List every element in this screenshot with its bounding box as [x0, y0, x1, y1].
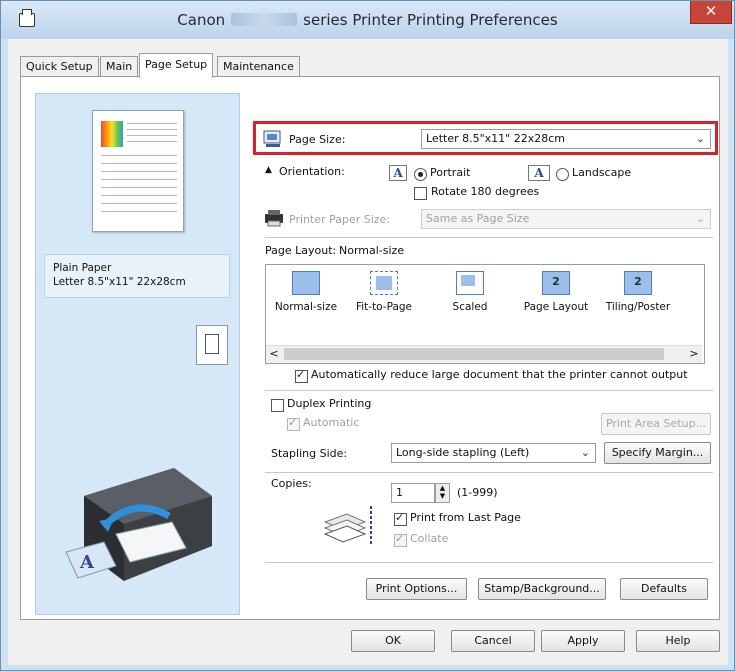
divider	[265, 237, 713, 238]
media-info: Plain Paper Letter 8.5"x11" 22x28cm	[44, 254, 230, 298]
divider	[265, 562, 713, 563]
tiling-poster-glyph: 2	[634, 275, 642, 288]
copies-spinner[interactable]: ▲ ▼	[435, 483, 450, 503]
copies-input[interactable]: 1	[391, 483, 435, 503]
auto-reduce-label: Automatically reduce large document that…	[311, 368, 688, 381]
portrait-radio[interactable]	[414, 168, 427, 181]
page-size-label: Page Size:	[289, 133, 346, 146]
layout-option-fit-to-page[interactable]: Fit-to-Page	[350, 271, 418, 313]
stapling-side-label: Stapling Side:	[271, 447, 348, 460]
orientation-bullet-icon: ▲	[265, 165, 272, 175]
layout-scrollbar[interactable]: < >	[266, 345, 702, 363]
scroll-left-icon[interactable]: <	[266, 347, 282, 360]
close-button[interactable]: ✕	[690, 1, 732, 24]
scroll-right-icon[interactable]: >	[686, 347, 702, 360]
tab-page-setup[interactable]: Page Setup	[139, 53, 214, 78]
orientation-label: Orientation:	[279, 165, 345, 178]
duplex-printing-label: Duplex Printing	[287, 397, 372, 410]
printer-icon	[265, 210, 283, 227]
defaults-button[interactable]: Defaults	[620, 578, 708, 600]
title-bar: Canon series Printer Printing Preferences…	[1, 1, 734, 39]
printer-illustration-icon: A	[65, 468, 212, 581]
orientation-preview-icon	[196, 325, 228, 365]
layout-option-label: Tiling/Poster	[605, 301, 671, 313]
landscape-icon: A	[528, 165, 550, 181]
layout-option-label: Normal-size	[274, 301, 338, 313]
scroll-thumb[interactable]	[284, 348, 664, 360]
chevron-down-icon: ⌄	[580, 446, 590, 459]
page-layout-selector: Normal-size Fit-to-Page Scaled 2 Page La…	[265, 264, 705, 364]
page-size-value: Letter 8.5"x11" 22x28cm	[426, 132, 565, 145]
tab-quick-setup[interactable]: Quick Setup	[20, 56, 99, 77]
copies-range: (1-999)	[457, 486, 498, 499]
duplex-printing-checkbox[interactable]	[271, 399, 284, 412]
preview-pane: Plain Paper Letter 8.5"x11" 22x28cm A	[35, 93, 240, 615]
print-from-last-page-checkbox[interactable]	[394, 511, 407, 526]
stapling-side-dropdown[interactable]: Long-side stapling (Left) ⌄	[391, 443, 596, 463]
normal-size-icon	[292, 271, 320, 295]
help-button[interactable]: Help	[636, 630, 720, 652]
rotate-180-checkbox[interactable]	[414, 187, 427, 200]
landscape-label: Landscape	[572, 166, 632, 179]
apply-button[interactable]: Apply	[541, 630, 625, 652]
window-title: Canon series Printer Printing Preferences	[1, 11, 734, 29]
cancel-button[interactable]: Cancel	[451, 630, 535, 652]
layout-option-normal-size[interactable]: Normal-size	[272, 271, 340, 313]
printing-preferences-window: Canon series Printer Printing Preferences…	[0, 0, 735, 671]
layout-option-label: Fit-to-Page	[355, 301, 413, 313]
print-options-button[interactable]: Print Options...	[366, 578, 467, 600]
divider	[265, 472, 713, 473]
dialog-client: Quick Setup Main Page Setup Maintenance …	[8, 39, 728, 665]
page-size-dropdown[interactable]: Letter 8.5"x11" 22x28cm ⌄	[421, 129, 711, 149]
collate-label: Collate	[410, 532, 449, 545]
page-setup-panel: Plain Paper Letter 8.5"x11" 22x28cm A Pa…	[20, 76, 720, 620]
title-prefix: Canon	[177, 11, 226, 29]
page-layout-label: Page Layout:	[265, 244, 337, 257]
print-from-last-page-label: Print from Last Page	[410, 511, 521, 524]
svg-text:A: A	[79, 552, 95, 573]
media-type-text: Plain Paper	[53, 262, 112, 274]
auto-reduce-checkbox[interactable]	[295, 368, 308, 383]
landscape-radio[interactable]	[556, 168, 569, 181]
printer-paper-size-label: Printer Paper Size:	[289, 213, 391, 226]
printer-paper-size-dropdown[interactable]: Same as Page Size ⌄	[421, 209, 711, 229]
duplex-automatic-checkbox[interactable]	[287, 416, 300, 431]
duplex-automatic-label: Automatic	[303, 416, 360, 429]
layout-option-tiling-poster[interactable]: 2 Tiling/Poster	[604, 271, 672, 313]
tab-maintenance[interactable]: Maintenance	[217, 56, 300, 77]
stapling-side-value: Long-side stapling (Left)	[396, 446, 530, 459]
printer-paper-size-value: Same as Page Size	[426, 212, 530, 225]
chevron-down-icon: ⌄	[695, 132, 705, 145]
scaled-icon	[456, 271, 484, 295]
page-size-icon	[263, 130, 281, 147]
preview-color-image	[101, 121, 123, 147]
portrait-icon: A	[389, 165, 407, 181]
tiling-poster-icon: 2	[624, 271, 652, 295]
paper-size-text: Letter 8.5"x11" 22x28cm	[53, 276, 186, 288]
page-layout-icon: 2	[542, 271, 570, 295]
layout-option-scaled[interactable]: Scaled	[436, 271, 504, 313]
layout-option-label: Scaled	[452, 301, 488, 313]
copies-stack-icon	[323, 506, 372, 546]
specify-margin-button[interactable]: Specify Margin...	[604, 442, 711, 464]
collate-checkbox[interactable]	[394, 532, 407, 547]
print-area-setup-button[interactable]: Print Area Setup...	[601, 413, 711, 435]
fit-to-page-icon	[370, 271, 398, 295]
stamp-background-button[interactable]: Stamp/Background...	[478, 578, 606, 600]
page-layout-current: Normal-size	[339, 244, 405, 257]
divider	[265, 390, 713, 391]
rotate-180-label: Rotate 180 degrees	[431, 185, 540, 198]
title-suffix: series Printer Printing Preferences	[303, 11, 558, 29]
layout-option-page-layout[interactable]: 2 Page Layout	[522, 271, 590, 313]
ok-button[interactable]: OK	[351, 630, 435, 652]
chevron-down-icon: ⌄	[695, 212, 705, 225]
portrait-label: Portrait	[430, 166, 471, 179]
layout-option-label: Page Layout	[523, 301, 589, 313]
tab-main[interactable]: Main	[100, 56, 139, 77]
page-layout-glyph: 2	[552, 275, 560, 288]
page-preview-image	[92, 110, 184, 232]
copies-label: Copies:	[271, 477, 312, 490]
redacted-model-name	[231, 13, 298, 26]
